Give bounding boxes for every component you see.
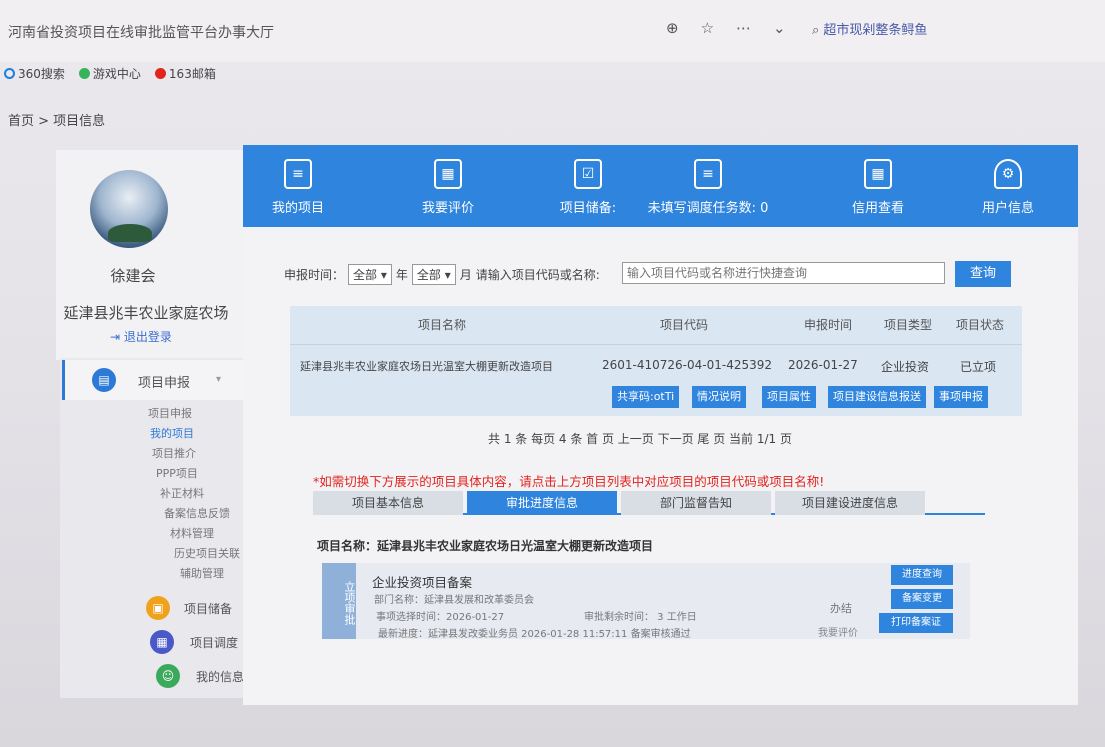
user-icon: ☺ bbox=[156, 664, 180, 688]
logout-link[interactable]: ⇥ 退出登录 bbox=[110, 328, 172, 345]
year-suffix: 年 bbox=[395, 267, 408, 282]
project-name-link[interactable]: 延津县兆丰农业家庭农场日光温室大棚更新改造项目 bbox=[300, 358, 553, 374]
more-icon[interactable]: ⋯ bbox=[736, 19, 751, 37]
sub-item-aux-management[interactable]: 辅助管理 bbox=[180, 565, 224, 581]
project-status: 已立项 bbox=[960, 360, 997, 374]
month-suffix: 月 bbox=[459, 267, 472, 282]
calendar-icon: ▦ bbox=[434, 159, 462, 189]
sub-item-project-apply[interactable]: 项目申报 bbox=[148, 405, 192, 421]
progress-query-button[interactable]: 进度查询 bbox=[891, 565, 953, 585]
pagination[interactable]: 共 1 条 每页 4 条 首 页 上一页 下一页 尾 页 当前 1/1 页 bbox=[488, 430, 792, 447]
sub-item-project-promotion[interactable]: 项目推介 bbox=[152, 445, 196, 461]
window-title: 河南省投资项目在线审批监管平台办事大厅 bbox=[8, 25, 274, 41]
year-select[interactable]: 全部 ▾ bbox=[348, 263, 392, 285]
notice-text: *如需切换下方展示的项目具体内容，请点击上方项目列表中对应项目的项目代码或项目名… bbox=[313, 474, 825, 489]
project-type: 企业投资 bbox=[881, 360, 930, 374]
document-icon: ≡ bbox=[284, 159, 312, 189]
approval-remaining: 审批剩余时间： 3 工作日 bbox=[584, 612, 697, 623]
schedule-icon: ▦ bbox=[150, 630, 174, 654]
table-header-date: 申报时间 bbox=[804, 318, 853, 332]
address-bar-tools: ⊕ ☆ ⋯ ⌄ bbox=[666, 19, 786, 37]
approval-start-time: 事项选择时间：2026-01-27 bbox=[376, 612, 505, 623]
search-prompt: 请输入项目代码或名称: bbox=[475, 267, 600, 282]
approval-title: 企业投资项目备案 bbox=[372, 575, 473, 590]
nav-dispatch-tasks[interactable]: ≡ 未填写调度任务数: 0 bbox=[643, 145, 773, 227]
bookmarks-bar: 360搜索 游戏中心 163邮箱 bbox=[4, 62, 1105, 84]
item-apply-button[interactable]: 事项申报 bbox=[934, 386, 988, 408]
organization-name: 延津县兆丰农业家庭农场 bbox=[63, 304, 229, 322]
browser-search-text: 超市现剁整条鲟鱼 bbox=[823, 23, 928, 38]
table-divider bbox=[290, 344, 1022, 345]
bookmark-game-center[interactable]: 游戏中心 bbox=[78, 65, 141, 82]
table-header-code: 项目代码 bbox=[660, 318, 709, 332]
construction-report-button[interactable]: 项目建设信息报送 bbox=[828, 386, 926, 408]
document-icon: ▤ bbox=[92, 368, 116, 392]
month-select[interactable]: 全部 ▾ bbox=[411, 263, 456, 285]
sub-item-filing-feedback[interactable]: 备案信息反馈 bbox=[164, 505, 230, 521]
situation-button[interactable]: 情况说明 bbox=[692, 386, 746, 408]
query-button[interactable]: 查询 bbox=[955, 261, 1011, 287]
mail-icon bbox=[154, 67, 166, 79]
nav-rate[interactable]: ▦ 我要评价 bbox=[393, 145, 503, 227]
sub-item-ppp-projects[interactable]: PPP项目 bbox=[156, 465, 198, 481]
logout-icon: ⇥ bbox=[110, 330, 121, 344]
sub-item-history-link[interactable]: 历史项目关联 bbox=[174, 545, 240, 561]
list-icon: ≡ bbox=[694, 159, 722, 189]
sidebar-item-label: 项目申报 bbox=[138, 376, 191, 391]
avatar bbox=[90, 170, 168, 248]
chevron-down-icon[interactable]: ⌄ bbox=[773, 19, 786, 37]
breadcrumb[interactable]: 首页 > 项目信息 bbox=[8, 110, 105, 129]
chevron-down-icon: ▾ bbox=[216, 374, 222, 385]
nav-user-info[interactable]: ⚙ 用户信息 bbox=[953, 145, 1063, 227]
sub-item-my-projects[interactable]: 我的项目 bbox=[150, 425, 194, 441]
sidebar-item-my-info[interactable]: 我的信息 bbox=[196, 668, 244, 685]
tab-basic-info[interactable]: 项目基本信息 bbox=[313, 491, 463, 515]
table-header-type: 项目类型 bbox=[884, 318, 933, 332]
browser-search-box[interactable]: ⌕ 超市现剁整条鲟鱼 bbox=[812, 19, 927, 38]
search-input[interactable] bbox=[622, 262, 945, 284]
project-attributes-button[interactable]: 项目属性 bbox=[762, 386, 816, 408]
time-label: 申报时间： bbox=[284, 267, 345, 282]
top-nav-bar: ≡ 我的项目 ▦ 我要评价 ☑ 项目储备: ≡ 未填写调度任务数: 0 ▦ 信用… bbox=[243, 145, 1078, 227]
storage-icon: ▣ bbox=[146, 596, 170, 620]
tab-construction-progress[interactable]: 项目建设进度信息 bbox=[775, 491, 925, 515]
nav-credit-check[interactable]: ▦ 信用查看 bbox=[823, 145, 933, 227]
search-icon: ⌕ bbox=[812, 23, 820, 38]
tab-approval-progress[interactable]: 审批进度信息 bbox=[467, 491, 617, 515]
approval-latest: 最新进度：延津县发改委业务员 2026-01-28 11:57:11 备案审核通… bbox=[378, 629, 691, 640]
table-header-name: 项目名称 bbox=[418, 318, 467, 332]
project-date: 2026-01-27 bbox=[788, 358, 858, 372]
bookmark-163-mail[interactable]: 163邮箱 bbox=[154, 65, 216, 82]
bookmark-360-search[interactable]: 360搜索 bbox=[4, 65, 65, 82]
nav-project-reserve[interactable]: ☑ 项目储备: bbox=[533, 145, 643, 227]
calendar-icon: ▦ bbox=[864, 159, 892, 189]
nav-my-projects[interactable]: ≡ 我的项目 bbox=[243, 145, 353, 227]
sidebar-item-project-reserve[interactable]: 项目储备 bbox=[184, 600, 232, 617]
approval-department: 部门名称：延津县发展和改革委员会 bbox=[374, 595, 534, 606]
user-settings-icon: ⚙ bbox=[994, 159, 1022, 189]
user-name: 徐建会 bbox=[110, 267, 156, 285]
detail-project-name: 项目名称：延津县兆丰农业家庭农场日光温室大棚更新改造项目 bbox=[317, 539, 654, 553]
search-icon bbox=[4, 67, 15, 79]
print-certificate-button[interactable]: 打印备案证 bbox=[879, 613, 953, 633]
filing-change-button[interactable]: 备案变更 bbox=[891, 589, 953, 609]
document-check-icon: ☑ bbox=[574, 159, 602, 189]
game-icon bbox=[78, 67, 90, 79]
sub-item-supplement-materials[interactable]: 补正材料 bbox=[160, 485, 204, 501]
rate-link[interactable]: 我要评价 bbox=[818, 624, 858, 639]
project-code-link[interactable]: 2601-410726-04-01-425392 bbox=[602, 358, 772, 372]
approval-status: 办结 bbox=[830, 602, 852, 615]
search-row: 申报时间： 全部 ▾ 年 全部 ▾ 月 请输入项目代码或名称: bbox=[284, 262, 600, 286]
table-header-status: 项目状态 bbox=[956, 318, 1005, 332]
approval-badge: 立项审批 bbox=[322, 563, 356, 639]
share-code-button[interactable]: 共享码:otTi bbox=[612, 386, 680, 408]
sidebar-item-project-dispatch[interactable]: 项目调度 bbox=[190, 634, 238, 651]
tab-department-supervision[interactable]: 部门监督告知 bbox=[621, 491, 771, 515]
sub-item-material-management[interactable]: 材料管理 bbox=[170, 525, 214, 541]
star-icon[interactable]: ☆ bbox=[701, 19, 714, 37]
shield-icon[interactable]: ⊕ bbox=[666, 19, 679, 37]
